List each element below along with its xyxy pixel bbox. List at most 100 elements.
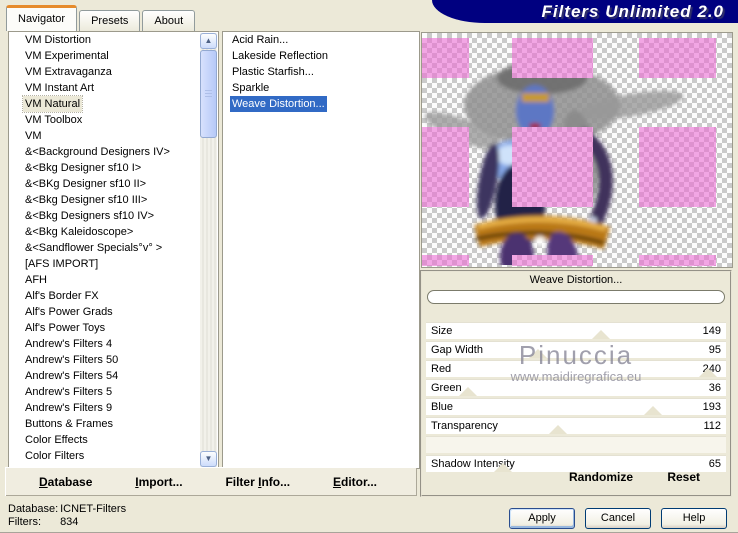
category-scrollbar[interactable]: ▲ ▼ bbox=[200, 33, 217, 467]
list-item[interactable]: &<BKg Designer sf10 II> bbox=[9, 176, 218, 192]
slider-thumb-icon[interactable] bbox=[699, 368, 718, 377]
slider-red[interactable]: Red 240 bbox=[426, 360, 726, 377]
apply-button[interactable]: Apply bbox=[509, 508, 575, 529]
category-items: VM Distortion VM Experimental VM Extravaga… bbox=[9, 32, 218, 464]
list-item[interactable]: VM Experimental bbox=[9, 48, 218, 64]
weave-tile bbox=[422, 38, 469, 78]
list-item-label: &<Background Designers IV> bbox=[25, 146, 170, 158]
list-item-label: VM Extravaganza bbox=[25, 66, 112, 78]
list-item-label: Alf's Border FX bbox=[25, 290, 99, 302]
list-item[interactable]: Andrew's Filters 4 bbox=[9, 336, 218, 352]
slider-value: 36 bbox=[708, 382, 721, 394]
list-item-label: Weave Distortion... bbox=[230, 96, 327, 112]
scrollbar-thumb[interactable] bbox=[200, 50, 217, 138]
status-filters-label: Filters: bbox=[8, 516, 41, 528]
list-item-label: Andrew's Filters 50 bbox=[25, 354, 119, 366]
list-item[interactable]: Alf's Power Toys bbox=[9, 320, 218, 336]
slider-gap-width[interactable]: Gap Width 95 bbox=[426, 341, 726, 358]
weave-tile bbox=[512, 127, 593, 207]
list-item[interactable]: VM Natural bbox=[9, 95, 218, 113]
status-filters-value: 834 bbox=[60, 516, 79, 528]
status-database-label: Database: bbox=[8, 503, 59, 515]
weave-tile bbox=[512, 255, 593, 266]
list-item-label: &<BKg Designer sf10 II> bbox=[25, 178, 147, 190]
list-item[interactable]: VM Extravaganza bbox=[9, 64, 218, 80]
list-item[interactable]: Alf's Power Grads bbox=[9, 304, 218, 320]
list-item[interactable]: VM bbox=[9, 128, 218, 144]
slider-label: Gap Width bbox=[431, 344, 483, 356]
list-item[interactable]: &<Bkg Designers sf10 IV> bbox=[9, 208, 218, 224]
list-item-label: Color Effects bbox=[25, 434, 88, 446]
list-item[interactable]: Andrew's Filters 54 bbox=[9, 368, 218, 384]
slider-thumb-icon[interactable] bbox=[528, 349, 547, 358]
slider-thumb-icon[interactable] bbox=[459, 387, 478, 396]
list-item-label: AFH bbox=[25, 274, 47, 286]
slider-green[interactable]: Green 36 bbox=[426, 379, 726, 396]
slider-stack: Size 149 Gap Width 95 Red 240 Green 36 B… bbox=[426, 322, 726, 474]
list-item-label: Acid Rain... bbox=[232, 34, 289, 46]
status-database-value: ICNET-Filters bbox=[60, 503, 127, 515]
list-item[interactable]: Color Effects bbox=[9, 432, 218, 448]
editor-button[interactable]: Editor... bbox=[333, 475, 377, 489]
slider-size[interactable]: Size 149 bbox=[426, 322, 726, 339]
list-item[interactable]: Acid Rain... bbox=[223, 32, 419, 48]
list-item[interactable]: &<Bkg Kaleidoscope> bbox=[9, 224, 218, 240]
filter-info-button[interactable]: Filter Info... bbox=[225, 475, 290, 489]
list-item-label: &<Bkg Designer sf10 I> bbox=[25, 162, 142, 174]
list-item-label: VM Toolbox bbox=[25, 114, 83, 126]
filter-list[interactable]: Acid Rain... Lakeside Reflection Plastic S… bbox=[222, 31, 420, 469]
randomize-button[interactable]: Randomize bbox=[569, 470, 633, 484]
list-item[interactable]: Andrew's Filters 5 bbox=[9, 384, 218, 400]
list-item[interactable]: Alf's Border FX bbox=[9, 288, 218, 304]
tab-about[interactable]: About bbox=[142, 10, 196, 31]
slider-label: Red bbox=[431, 363, 452, 375]
list-item-label: Plastic Starfish... bbox=[232, 66, 314, 78]
progress-bar bbox=[427, 290, 725, 304]
list-item[interactable]: Buttons & Frames bbox=[9, 416, 218, 432]
list-item[interactable]: Weave Distortion... bbox=[223, 96, 419, 112]
slider-label: Blue bbox=[431, 401, 454, 413]
list-item[interactable]: &<Bkg Designer sf10 I> bbox=[9, 160, 218, 176]
list-item[interactable]: AFH bbox=[9, 272, 218, 288]
reset-button[interactable]: Reset bbox=[667, 470, 700, 484]
scroll-down-icon[interactable]: ▼ bbox=[200, 451, 217, 467]
status-area: Database: ICNET-Filters Filters: 834 bbox=[8, 503, 126, 529]
list-item[interactable]: &<Bkg Designer sf10 III> bbox=[9, 192, 218, 208]
list-item-label: VM Instant Art bbox=[25, 82, 95, 94]
category-list[interactable]: VM Distortion VM Experimental VM Extravaga… bbox=[8, 31, 219, 469]
list-item[interactable]: Andrew's Filters 9 bbox=[9, 400, 218, 416]
database-button[interactable]: Database bbox=[39, 475, 92, 489]
tab-presets[interactable]: Presets bbox=[79, 10, 141, 31]
slider-label: Green bbox=[431, 382, 462, 394]
slider-thumb-icon[interactable] bbox=[644, 406, 663, 415]
list-item-label: [AFS IMPORT] bbox=[25, 258, 99, 270]
weave-tile bbox=[639, 38, 716, 78]
scroll-up-icon[interactable]: ▲ bbox=[200, 33, 217, 49]
list-item-label: Alf's Power Toys bbox=[25, 322, 106, 334]
slider-thumb-icon[interactable] bbox=[548, 425, 567, 434]
list-item[interactable]: Sparkle bbox=[223, 80, 419, 96]
list-item[interactable]: VM Toolbox bbox=[9, 112, 218, 128]
tab-navigator[interactable]: Navigator bbox=[6, 5, 78, 31]
slider-blue[interactable]: Blue 193 bbox=[426, 398, 726, 415]
list-item[interactable]: VM Distortion bbox=[9, 32, 218, 48]
cancel-button[interactable]: Cancel bbox=[585, 508, 651, 529]
filters-unlimited-dialog: Filters Unlimited 2.0 Navigator Presets Ab… bbox=[0, 0, 738, 533]
slider-value: 193 bbox=[702, 401, 721, 413]
list-item[interactable]: Color Filters bbox=[9, 448, 218, 464]
list-item-label: &<Bkg Designer sf10 III> bbox=[25, 194, 148, 206]
list-item[interactable]: &<Sandflower Specials°v° > bbox=[9, 240, 218, 256]
help-button[interactable]: Help bbox=[661, 508, 727, 529]
slider-transparency[interactable]: Transparency 112 bbox=[426, 417, 726, 434]
import-button[interactable]: Import... bbox=[135, 475, 182, 489]
list-item[interactable]: Plastic Starfish... bbox=[223, 64, 419, 80]
status-filters: Filters: 834 bbox=[8, 516, 126, 529]
list-item[interactable]: Lakeside Reflection bbox=[223, 48, 419, 64]
list-item-label: Andrew's Filters 5 bbox=[25, 386, 113, 398]
slider-thumb-icon[interactable] bbox=[592, 330, 611, 339]
list-item[interactable]: VM Instant Art bbox=[9, 80, 218, 96]
list-item-label: Alf's Power Grads bbox=[25, 306, 113, 318]
list-item[interactable]: [AFS IMPORT] bbox=[9, 256, 218, 272]
list-item[interactable]: Andrew's Filters 50 bbox=[9, 352, 218, 368]
list-item[interactable]: &<Background Designers IV> bbox=[9, 144, 218, 160]
